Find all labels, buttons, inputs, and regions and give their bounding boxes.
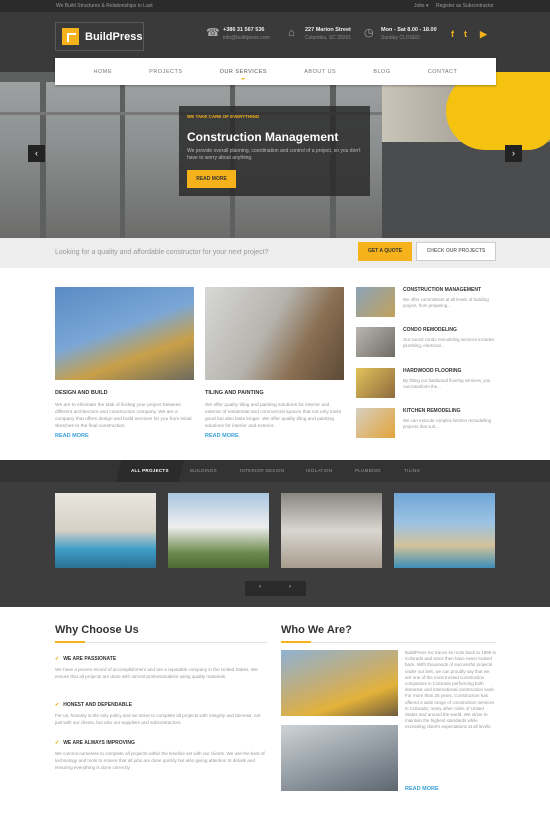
hero-kicker: WE TAKE CARE OF EVERYTHING	[187, 114, 260, 119]
tab-isolation[interactable]: ISOLATION	[306, 468, 332, 473]
check-projects-button[interactable]: CHECK OUR PROJECTS	[416, 242, 496, 261]
side-service-text: Our sound condo remodeling services incl…	[403, 337, 495, 348]
side-service-text: By fitting our hardwood flooring service…	[403, 378, 491, 389]
who-read-more-link[interactable]: READ MORE	[405, 786, 439, 792]
why-item-text: We commit ourselves to complete all proj…	[55, 751, 265, 770]
side-service: CONSTRUCTION MANAGEMENT We offer commitm…	[356, 287, 496, 317]
side-service-title[interactable]: CONSTRUCTION MANAGEMENT	[403, 287, 481, 293]
hours-sunday: Sunday CLOSED	[381, 35, 420, 41]
side-service-thumb[interactable]	[356, 287, 395, 317]
why-item-title: HONEST AND DEPENDABLE	[55, 702, 132, 708]
services-section: DESIGN AND BUILD We are to eliminate the…	[0, 268, 550, 460]
service-title[interactable]: DESIGN AND BUILD	[55, 390, 194, 396]
home-icon: ⌂	[288, 27, 295, 39]
excavator-image	[281, 650, 398, 716]
portfolio-prev-button[interactable]: ‹	[259, 584, 261, 590]
cta-bar: Looking for a quality and affordable con…	[0, 238, 550, 268]
nav-home[interactable]: HOME	[94, 69, 113, 75]
service-text: We offer quality tiling and painting sol…	[205, 403, 342, 429]
side-service: CONDO REMODELING Our sound condo remodel…	[356, 327, 496, 357]
read-more-link[interactable]: READ MORE	[55, 433, 194, 439]
tab-buildings[interactable]: BUILDINGS	[190, 468, 217, 473]
nav-blog[interactable]: BLOG	[373, 69, 390, 75]
portfolio-tabs: ALL PROJECTS BUILDINGS INTERIOR DESIGN I…	[0, 460, 550, 482]
slider-prev-button[interactable]: ‹	[28, 145, 45, 162]
logo-icon	[62, 28, 79, 45]
hero-column	[120, 82, 125, 238]
email-address[interactable]: info@buildpress.com	[223, 35, 270, 41]
youtube-icon[interactable]: ▶	[480, 29, 487, 40]
service-title[interactable]: TILING AND PAINTING	[205, 390, 344, 396]
tagline: We Build Structures & Relationships to L…	[56, 3, 153, 9]
address-city: Columbia, SC 29201	[305, 35, 352, 41]
hours-info: ◷ Mon - Sat 8.00 - 18.00 Sunday CLOSED	[364, 27, 437, 41]
tiling-painting-image[interactable]	[205, 287, 344, 380]
hero-caption: WE TAKE CARE OF EVERYTHING Construction …	[179, 106, 370, 196]
hero-read-more-button[interactable]: READ MORE	[187, 170, 236, 188]
why-item-text: We have a proven record of accomplishmen…	[55, 667, 258, 679]
address-street: 227 Marion Street	[305, 27, 351, 33]
why-item-text: For us, honesty is the only policy and w…	[55, 713, 261, 725]
who-we-are-text: BuildPress Inc traces its roots back to …	[405, 650, 497, 730]
cta-question: Looking for a quality and affordable con…	[55, 249, 269, 256]
side-service-title[interactable]: KITCHEN REMODELING	[403, 408, 461, 414]
design-build-image[interactable]	[55, 287, 194, 380]
portfolio-section: ALL PROJECTS BUILDINGS INTERIOR DESIGN I…	[0, 460, 550, 607]
who-we-are-title: Who We Are?	[281, 624, 352, 636]
address-info: ⌂ 227 Marion Street Columbia, SC 29201	[288, 27, 351, 41]
side-service-thumb[interactable]	[356, 327, 395, 357]
tab-tiling[interactable]: TILING	[404, 468, 420, 473]
service-card: DESIGN AND BUILD We are to eliminate the…	[55, 287, 194, 439]
nav-projects[interactable]: PROJECTS	[149, 69, 182, 75]
about-section: Why Choose Us WE ARE PASSIONATE We have …	[0, 607, 550, 814]
hours-weekday: Mon - Sat 8.00 - 18.00	[381, 27, 437, 33]
tab-all-projects[interactable]: ALL PROJECTS	[131, 468, 169, 473]
portfolio-next-button[interactable]: ›	[289, 584, 291, 590]
why-item-title: WE ARE PASSIONATE	[55, 656, 116, 662]
side-service: KITCHEN REMODELING We can execute comple…	[356, 408, 496, 438]
side-service-text: We offer commitment at all levels of bui…	[403, 297, 489, 308]
tab-plumbing[interactable]: PLUMBING	[355, 468, 381, 473]
jobs-link[interactable]: Jobs ▾	[414, 3, 428, 9]
twitter-icon[interactable]: t	[464, 29, 467, 39]
title-underline	[55, 641, 267, 643]
brand-name: BuildPress	[85, 30, 143, 43]
side-service-title[interactable]: CONDO REMODELING	[403, 327, 457, 333]
phone-icon: ☎	[206, 27, 220, 39]
logo[interactable]: BuildPress	[55, 22, 144, 51]
side-service-title[interactable]: HARDWOOD FLOORING	[403, 368, 461, 374]
side-service-thumb[interactable]	[356, 408, 395, 438]
title-underline	[281, 641, 496, 643]
phone-info: ☎ +386 31 567 536 info@buildpress.com	[206, 27, 270, 41]
service-text: We are to eliminate the task of finding …	[55, 403, 192, 429]
read-more-link[interactable]: READ MORE	[205, 433, 344, 439]
why-item-title: WE ARE ALWAYS IMPROVING	[55, 740, 135, 746]
project-thumbnail[interactable]	[168, 493, 269, 568]
get-a-quote-button[interactable]: GET A QUOTE	[358, 242, 412, 261]
side-service: HARDWOOD FLOORING By fitting our hardwoo…	[356, 368, 496, 398]
slider-next-button[interactable]: ›	[505, 145, 522, 162]
project-thumbnail[interactable]	[394, 493, 495, 568]
project-thumbnail[interactable]	[281, 493, 382, 568]
tab-interior-design[interactable]: INTERIOR DESIGN	[240, 468, 285, 473]
portfolio-pager: ‹ ›	[245, 581, 306, 596]
register-link[interactable]: Register as Subcontractor	[436, 3, 494, 9]
why-choose-us-title: Why Choose Us	[55, 624, 139, 636]
top-bar: We Build Structures & Relationships to L…	[0, 0, 550, 12]
nav-contact[interactable]: CONTACT	[428, 69, 458, 75]
nav-about-us[interactable]: ABOUT US	[304, 69, 336, 75]
hero-worker-body	[382, 142, 550, 238]
service-card: TILING AND PAINTING We offer quality til…	[205, 287, 344, 439]
hero-description: We provide overall planning, coordinatio…	[187, 148, 361, 161]
main-nav: HOME PROJECTS OUR SERVICES ABOUT US BLOG…	[55, 58, 496, 85]
worker-image	[281, 725, 398, 791]
hero-title: Construction Management	[187, 130, 339, 144]
clock-icon: ◷	[364, 27, 374, 39]
project-thumbnail[interactable]	[55, 493, 156, 568]
side-service-text: We can execute complex kitchen remodelli…	[403, 418, 492, 429]
facebook-icon[interactable]: f	[451, 29, 454, 39]
side-service-thumb[interactable]	[356, 368, 395, 398]
nav-our-services[interactable]: OUR SERVICES	[220, 69, 267, 80]
phone-number: +386 31 567 536	[223, 27, 265, 33]
